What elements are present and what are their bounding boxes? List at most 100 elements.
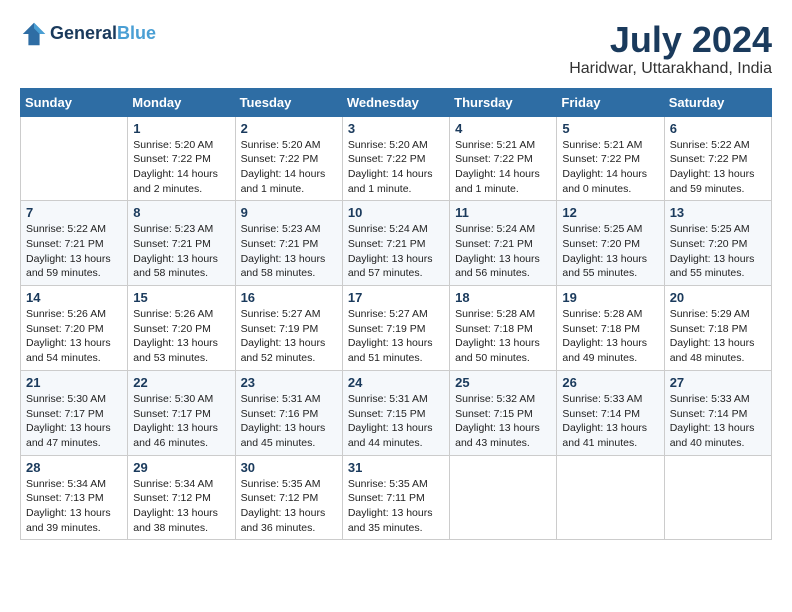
day-number: 28 — [26, 460, 122, 475]
day-info: Sunrise: 5:20 AM Sunset: 7:22 PM Dayligh… — [348, 138, 444, 197]
day-info: Sunrise: 5:21 AM Sunset: 7:22 PM Dayligh… — [562, 138, 658, 197]
day-info: Sunrise: 5:24 AM Sunset: 7:21 PM Dayligh… — [348, 222, 444, 281]
calendar-cell: 11Sunrise: 5:24 AM Sunset: 7:21 PM Dayli… — [450, 201, 557, 286]
calendar-cell — [557, 455, 664, 540]
day-number: 23 — [241, 375, 337, 390]
day-info: Sunrise: 5:26 AM Sunset: 7:20 PM Dayligh… — [26, 307, 122, 366]
calendar-cell: 19Sunrise: 5:28 AM Sunset: 7:18 PM Dayli… — [557, 286, 664, 371]
day-number: 7 — [26, 205, 122, 220]
calendar-table: SundayMondayTuesdayWednesdayThursdayFrid… — [20, 88, 772, 541]
calendar-cell: 10 Sunrise: 5:24 AM Sunset: 7:21 PM Dayli… — [342, 201, 449, 286]
calendar-cell — [21, 116, 128, 201]
day-number: 30 — [241, 460, 337, 475]
calendar-header-row: SundayMondayTuesdayWednesdayThursdayFrid… — [21, 88, 772, 116]
day-number: 17 — [348, 290, 444, 305]
day-number: 5 — [562, 121, 658, 136]
calendar-cell: 14 Sunrise: 5:26 AM Sunset: 7:20 PM Dayli… — [21, 286, 128, 371]
day-info: Sunrise: 5:22 AM Sunset: 7:22 PM Dayligh… — [670, 138, 766, 197]
logo-icon — [20, 20, 48, 48]
day-info: Sunrise: 5:33 AM Sunset: 7:14 PM Dayligh… — [670, 392, 766, 451]
page-header: GeneralBlue July 2024 Haridwar, Uttarakh… — [20, 20, 772, 78]
day-number: 8 — [133, 205, 229, 220]
calendar-cell: 24 Sunrise: 5:31 AM Sunset: 7:15 PM Dayli… — [342, 370, 449, 455]
day-info: Sunrise: 5:30 AM Sunset: 7:17 PM Dayligh… — [133, 392, 229, 451]
calendar-week-row: 14 Sunrise: 5:26 AM Sunset: 7:20 PM Dayli… — [21, 286, 772, 371]
calendar-cell: 4Sunrise: 5:21 AM Sunset: 7:22 PM Daylig… — [450, 116, 557, 201]
calendar-cell: 25 Sunrise: 5:32 AM Sunset: 7:15 PM Dayli… — [450, 370, 557, 455]
day-info: Sunrise: 5:28 AM Sunset: 7:18 PM Dayligh… — [455, 307, 551, 366]
calendar-cell: 17 Sunrise: 5:27 AM Sunset: 7:19 PM Dayli… — [342, 286, 449, 371]
calendar-cell: 7 Sunrise: 5:22 AM Sunset: 7:21 PM Daylig… — [21, 201, 128, 286]
day-number: 2 — [241, 121, 337, 136]
day-info: Sunrise: 5:25 AM Sunset: 7:20 PM Dayligh… — [562, 222, 658, 281]
day-info: Sunrise: 5:30 AM Sunset: 7:17 PM Dayligh… — [26, 392, 122, 451]
day-info: Sunrise: 5:22 AM Sunset: 7:21 PM Dayligh… — [26, 222, 122, 281]
day-info: Sunrise: 5:35 AM Sunset: 7:11 PM Dayligh… — [348, 477, 444, 536]
day-number: 24 — [348, 375, 444, 390]
calendar-cell: 18 Sunrise: 5:28 AM Sunset: 7:18 PM Dayli… — [450, 286, 557, 371]
day-number: 26 — [562, 375, 658, 390]
day-info: Sunrise: 5:32 AM Sunset: 7:15 PM Dayligh… — [455, 392, 551, 451]
day-number: 22 — [133, 375, 229, 390]
calendar-cell: 30 Sunrise: 5:35 AM Sunset: 7:12 PM Dayli… — [235, 455, 342, 540]
column-header-tuesday: Tuesday — [235, 88, 342, 116]
day-number: 15 — [133, 290, 229, 305]
calendar-cell: 28Sunrise: 5:34 AM Sunset: 7:13 PM Dayli… — [21, 455, 128, 540]
day-info: Sunrise: 5:34 AM Sunset: 7:12 PM Dayligh… — [133, 477, 229, 536]
calendar-week-row: 28Sunrise: 5:34 AM Sunset: 7:13 PM Dayli… — [21, 455, 772, 540]
calendar-cell: 3 Sunrise: 5:20 AM Sunset: 7:22 PM Daylig… — [342, 116, 449, 201]
column-header-thursday: Thursday — [450, 88, 557, 116]
day-number: 6 — [670, 121, 766, 136]
calendar-cell: 12Sunrise: 5:25 AM Sunset: 7:20 PM Dayli… — [557, 201, 664, 286]
calendar-cell: 2 Sunrise: 5:20 AM Sunset: 7:22 PM Daylig… — [235, 116, 342, 201]
column-header-monday: Monday — [128, 88, 235, 116]
calendar-cell: 26Sunrise: 5:33 AM Sunset: 7:14 PM Dayli… — [557, 370, 664, 455]
day-number: 13 — [670, 205, 766, 220]
calendar-cell — [450, 455, 557, 540]
calendar-cell: 21 Sunrise: 5:30 AM Sunset: 7:17 PM Dayli… — [21, 370, 128, 455]
day-info: Sunrise: 5:27 AM Sunset: 7:19 PM Dayligh… — [241, 307, 337, 366]
calendar-cell: 16 Sunrise: 5:27 AM Sunset: 7:19 PM Dayli… — [235, 286, 342, 371]
calendar-cell: 23Sunrise: 5:31 AM Sunset: 7:16 PM Dayli… — [235, 370, 342, 455]
calendar-cell: 5 Sunrise: 5:21 AM Sunset: 7:22 PM Daylig… — [557, 116, 664, 201]
day-info: Sunrise: 5:21 AM Sunset: 7:22 PM Dayligh… — [455, 138, 551, 197]
calendar-cell: 6 Sunrise: 5:22 AM Sunset: 7:22 PM Daylig… — [664, 116, 771, 201]
day-info: Sunrise: 5:35 AM Sunset: 7:12 PM Dayligh… — [241, 477, 337, 536]
day-number: 21 — [26, 375, 122, 390]
day-number: 31 — [348, 460, 444, 475]
calendar-cell: 20 Sunrise: 5:29 AM Sunset: 7:18 PM Dayli… — [664, 286, 771, 371]
day-number: 14 — [26, 290, 122, 305]
column-header-saturday: Saturday — [664, 88, 771, 116]
column-header-friday: Friday — [557, 88, 664, 116]
day-number: 16 — [241, 290, 337, 305]
day-info: Sunrise: 5:26 AM Sunset: 7:20 PM Dayligh… — [133, 307, 229, 366]
day-info: Sunrise: 5:24 AM Sunset: 7:21 PM Dayligh… — [455, 222, 551, 281]
logo: GeneralBlue — [20, 20, 156, 48]
calendar-cell: 1 Sunrise: 5:20 AM Sunset: 7:22 PM Daylig… — [128, 116, 235, 201]
day-number: 19 — [562, 290, 658, 305]
calendar-cell: 8 Sunrise: 5:23 AM Sunset: 7:21 PM Daylig… — [128, 201, 235, 286]
day-number: 29 — [133, 460, 229, 475]
calendar-week-row: 21 Sunrise: 5:30 AM Sunset: 7:17 PM Dayli… — [21, 370, 772, 455]
logo-text: GeneralBlue — [50, 24, 156, 44]
calendar-cell: 9Sunrise: 5:23 AM Sunset: 7:21 PM Daylig… — [235, 201, 342, 286]
day-number: 18 — [455, 290, 551, 305]
calendar-cell: 22 Sunrise: 5:30 AM Sunset: 7:17 PM Dayli… — [128, 370, 235, 455]
calendar-week-row: 7 Sunrise: 5:22 AM Sunset: 7:21 PM Daylig… — [21, 201, 772, 286]
day-number: 1 — [133, 121, 229, 136]
day-info: Sunrise: 5:20 AM Sunset: 7:22 PM Dayligh… — [133, 138, 229, 197]
month-year-title: July 2024 — [569, 20, 772, 60]
day-info: Sunrise: 5:29 AM Sunset: 7:18 PM Dayligh… — [670, 307, 766, 366]
day-number: 10 — [348, 205, 444, 220]
day-number: 25 — [455, 375, 551, 390]
calendar-cell — [664, 455, 771, 540]
title-section: July 2024 Haridwar, Uttarakhand, India — [569, 20, 772, 78]
day-info: Sunrise: 5:31 AM Sunset: 7:15 PM Dayligh… — [348, 392, 444, 451]
day-info: Sunrise: 5:27 AM Sunset: 7:19 PM Dayligh… — [348, 307, 444, 366]
day-number: 20 — [670, 290, 766, 305]
day-info: Sunrise: 5:20 AM Sunset: 7:22 PM Dayligh… — [241, 138, 337, 197]
calendar-cell: 31 Sunrise: 5:35 AM Sunset: 7:11 PM Dayli… — [342, 455, 449, 540]
day-number: 3 — [348, 121, 444, 136]
calendar-cell: 13Sunrise: 5:25 AM Sunset: 7:20 PM Dayli… — [664, 201, 771, 286]
day-info: Sunrise: 5:23 AM Sunset: 7:21 PM Dayligh… — [133, 222, 229, 281]
